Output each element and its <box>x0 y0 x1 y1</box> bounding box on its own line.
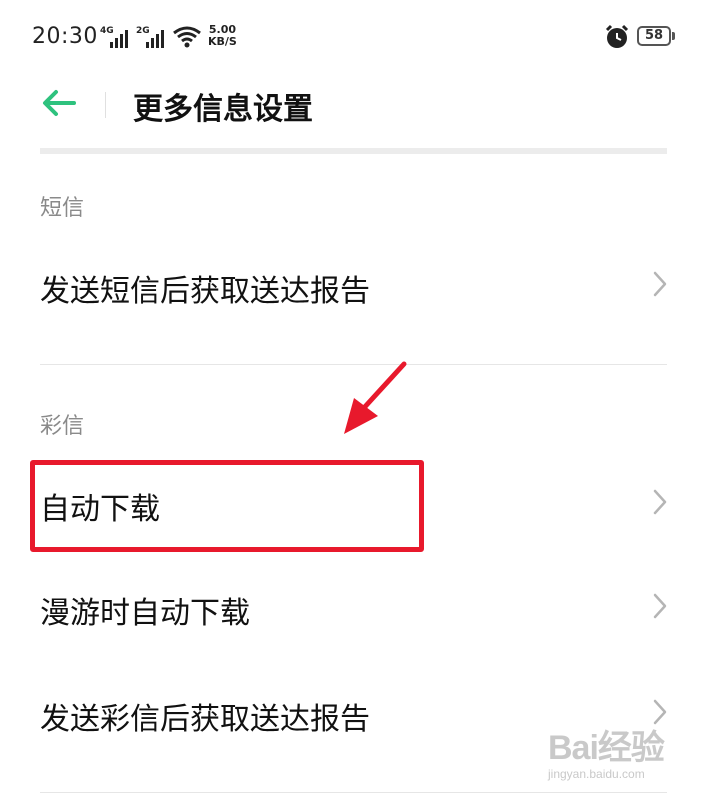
back-button[interactable] <box>40 88 84 118</box>
watermark-url: jingyan.baidu.com <box>548 767 645 781</box>
wifi-icon <box>173 26 201 48</box>
row-label: 发送彩信后获取送达报告 <box>40 702 370 737</box>
row-label: 漫游时自动下载 <box>40 596 250 631</box>
arrow-left-icon[interactable] <box>40 88 76 118</box>
section-label-mms: 彩信 <box>40 414 85 439</box>
page-title: 更多信息设置 <box>133 92 313 127</box>
battery-icon: 58 <box>637 26 671 46</box>
net-speed: 5.00 KB/S <box>208 24 237 48</box>
net-speed-unit: KB/S <box>208 35 237 48</box>
row-sms-delivery-report[interactable]: 发送短信后获取送达报告 <box>0 244 718 324</box>
alarm-icon <box>605 24 629 48</box>
top-divider <box>40 148 667 154</box>
baidu-jingyan-watermark: Bai经验 jingyan.baidu.com <box>548 720 665 781</box>
row-roaming-auto-download[interactable]: 漫游时自动下载 <box>0 566 718 646</box>
bottom-divider <box>40 792 667 793</box>
header: 更多信息设置 <box>0 76 718 148</box>
status-bar: 20:30 4G 2G 5.00 KB/S 58 <box>0 0 718 76</box>
chevron-right-icon <box>653 593 667 619</box>
header-divider <box>105 92 106 118</box>
signal-1-label: 4G <box>100 26 114 36</box>
annotation-arrow-icon <box>344 361 407 434</box>
chevron-right-icon <box>653 271 667 297</box>
section-label-sms: 短信 <box>40 196 85 221</box>
row-label: 发送短信后获取送达报告 <box>40 274 370 309</box>
chevron-right-icon <box>653 489 667 515</box>
status-time: 20:30 <box>32 24 98 49</box>
watermark-logo: Bai经验 <box>548 729 665 767</box>
battery-tip <box>672 32 675 40</box>
highlight-box <box>30 460 424 552</box>
signal-2-label: 2G <box>136 26 150 36</box>
